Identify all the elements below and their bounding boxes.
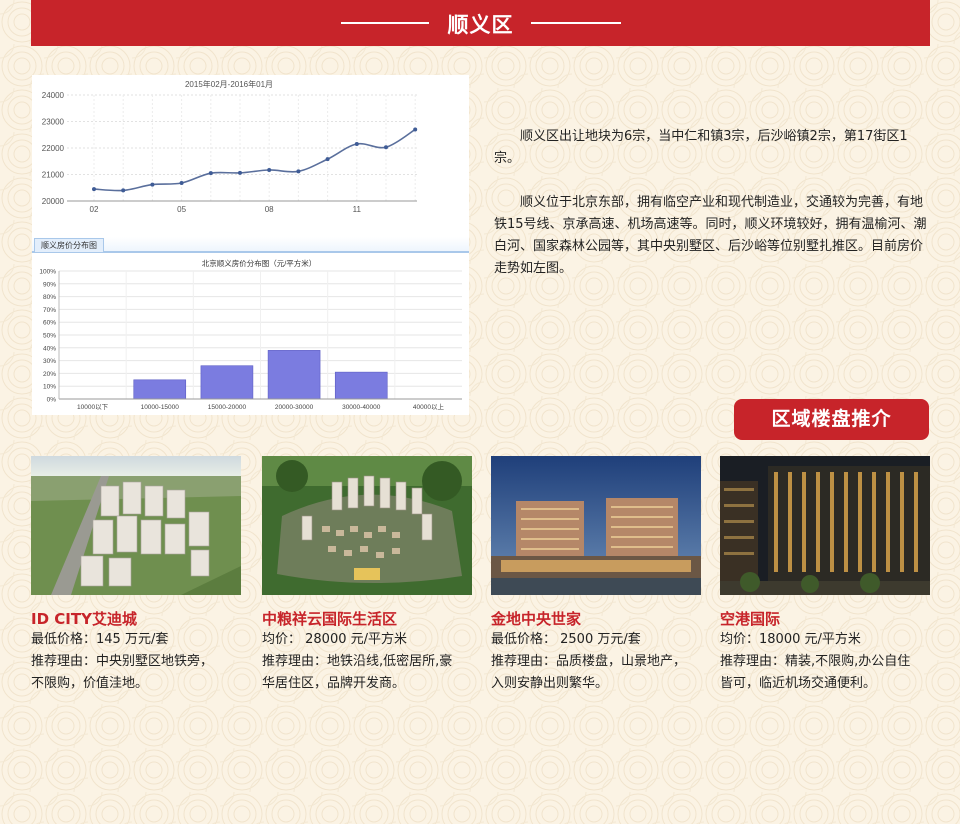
banner-right-line (531, 22, 621, 24)
x-tick-label: 20000-30000 (275, 404, 314, 411)
y-tick-label: 100% (39, 269, 56, 276)
bar (133, 379, 187, 400)
y-tick-label: 70% (43, 307, 56, 314)
x-tick-label: 40000以上 (413, 402, 445, 411)
y-tick-label: 30% (43, 358, 56, 365)
bar (267, 350, 321, 400)
bar (334, 371, 388, 400)
x-tick-label: 15000-20000 (208, 404, 247, 411)
y-tick-label: 50% (43, 333, 56, 340)
y-tick-label: 60% (43, 320, 56, 327)
night-office-image (720, 456, 930, 595)
property-card[interactable]: 中粮祥云国际生活区 均价： 28000 元/平方米 推荐理由：地铁沿线,低密居所… (262, 456, 472, 695)
property-reason-cont: 皆可，临近机场交通便利。 (720, 676, 877, 691)
property-price: 均价： 28000 元/平方米 (262, 632, 407, 647)
y-tick-label: 80% (43, 294, 56, 301)
recommend-button[interactable]: 区域楼盘推介 (734, 399, 929, 440)
bar-chart-title: 北京顺义房价分布图（元/平方米） (202, 258, 317, 268)
dusk-building-image (491, 456, 701, 595)
property-reason-cont: 入则安静出则繁华。 (491, 676, 609, 691)
property-name[interactable]: 金地中央世家 (491, 609, 701, 629)
property-name[interactable]: 空港国际 (720, 609, 930, 629)
intro-paragraph-2: 顺义位于北京东部，拥有临空产业和现代制造业，交通较为完善，有地铁15号线、京承高… (494, 195, 927, 276)
y-tick-label: 0% (47, 397, 57, 404)
y-tick-label: 10% (43, 384, 56, 391)
property-photo[interactable] (262, 456, 472, 595)
aerial-residential-image (31, 456, 241, 595)
district-banner: 顺义区 (31, 0, 930, 46)
property-reason-cont: 华居住区，品牌开发商。 (262, 676, 406, 691)
price-distribution-bar-chart: 北京顺义房价分布图（元/平方米） 0% 10% 20% 30% 40% 50% 60% 70%… (39, 258, 462, 411)
price-chart-panel: 2015年02月-2016年01月 20000 21000 22000 23000 24… (32, 75, 469, 415)
property-price: 均价：18000 元/平方米 (720, 632, 861, 647)
y-tick-label: 20% (43, 371, 56, 378)
property-name[interactable]: ID CITY艾迪城 (31, 609, 241, 629)
property-photo[interactable] (31, 456, 241, 595)
property-reason: 推荐理由：精装,不限购,办公自住 (720, 654, 911, 669)
property-card[interactable]: ID CITY艾迪城 最低价格：145 万元/套 推荐理由：中央别墅区地铁旁， … (31, 456, 241, 695)
banner-title: 顺义区 (447, 13, 514, 37)
intro-paragraph-1: 顺义区出让地块为6宗，当中仁和镇3宗，后沙峪镇2宗，第17街区1宗。 (494, 129, 908, 166)
property-photo[interactable] (491, 456, 701, 595)
x-tick-label: 30000-40000 (342, 404, 381, 411)
property-reason-cont: 不限购，价值洼地。 (31, 676, 149, 691)
property-reason: 推荐理由：品质楼盘，山景地产， (491, 654, 687, 669)
property-price: 最低价格： 2500 万元/套 (491, 632, 641, 647)
property-photo[interactable] (720, 456, 930, 595)
bar (200, 365, 254, 400)
property-name[interactable]: 中粮祥云国际生活区 (262, 609, 472, 629)
y-tick-label: 40% (43, 345, 56, 352)
aerial-estate-image (262, 456, 472, 595)
property-card[interactable]: 空港国际 均价：18000 元/平方米 推荐理由：精装,不限购,办公自住 皆可，… (720, 456, 930, 695)
property-reason: 推荐理由：地铁沿线,低密居所,豪 (262, 654, 453, 669)
property-reason: 推荐理由：中央别墅区地铁旁， (31, 654, 214, 669)
x-tick-label: 10000-15000 (141, 404, 180, 411)
y-tick-label: 90% (43, 281, 56, 288)
property-price: 最低价格：145 万元/套 (31, 632, 169, 647)
property-card[interactable]: 金地中央世家 最低价格： 2500 万元/套 推荐理由：品质楼盘，山景地产， 入… (491, 456, 701, 695)
x-tick-label: 10000以下 (77, 403, 109, 411)
